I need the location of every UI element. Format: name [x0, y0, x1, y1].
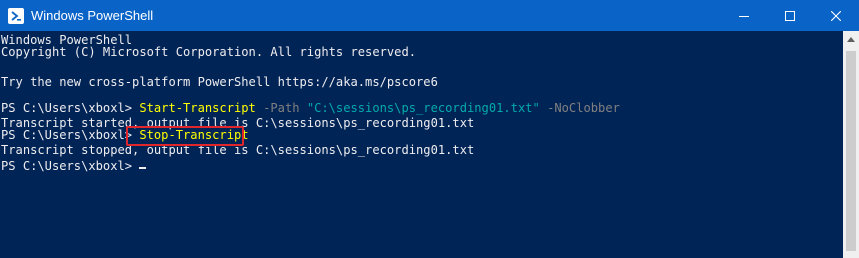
minimize-button[interactable]	[721, 0, 767, 31]
final-prompt-line: PS C:\Users\xboxl>	[1, 159, 147, 174]
close-button[interactable]	[813, 0, 859, 31]
maximize-button[interactable]	[767, 0, 813, 31]
stop-transcript-highlight-box	[126, 126, 244, 146]
command-start-transcript: Start-Transcript	[139, 101, 256, 115]
maximize-icon	[785, 10, 795, 21]
header-line-2: Copyright (C) Microsoft Corporation. All…	[1, 45, 417, 59]
start-transcript-line: PS C:\Users\xboxl> Start-Transcript -Pat…	[1, 101, 620, 116]
powershell-icon	[8, 7, 24, 24]
chevron-up-icon	[847, 37, 855, 42]
scroll-up-button[interactable]	[843, 31, 859, 48]
vertical-scrollbar[interactable]	[843, 31, 859, 258]
prompt: PS C:\Users\xboxl>	[1, 101, 140, 115]
powershell-window: Windows PowerShell Windows PowerShell Co…	[0, 0, 859, 258]
prompt: PS C:\Users\xboxl>	[1, 128, 140, 142]
scroll-thumb[interactable]	[846, 51, 856, 251]
header-line-4: Try the new cross-platform PowerShell ht…	[1, 75, 438, 89]
param-path: -Path	[255, 101, 307, 115]
param-noclobber: -NoClobber	[539, 101, 620, 115]
window-title: Windows PowerShell	[31, 8, 154, 23]
prompt: PS C:\Users\xboxl>	[1, 159, 133, 173]
close-icon	[831, 10, 841, 21]
text-cursor	[139, 167, 147, 169]
minimize-icon	[739, 15, 749, 17]
title-bar[interactable]: Windows PowerShell	[0, 0, 859, 31]
path-string: "C:\sessions\ps_recording01.txt"	[306, 101, 540, 115]
window-controls	[721, 0, 859, 31]
